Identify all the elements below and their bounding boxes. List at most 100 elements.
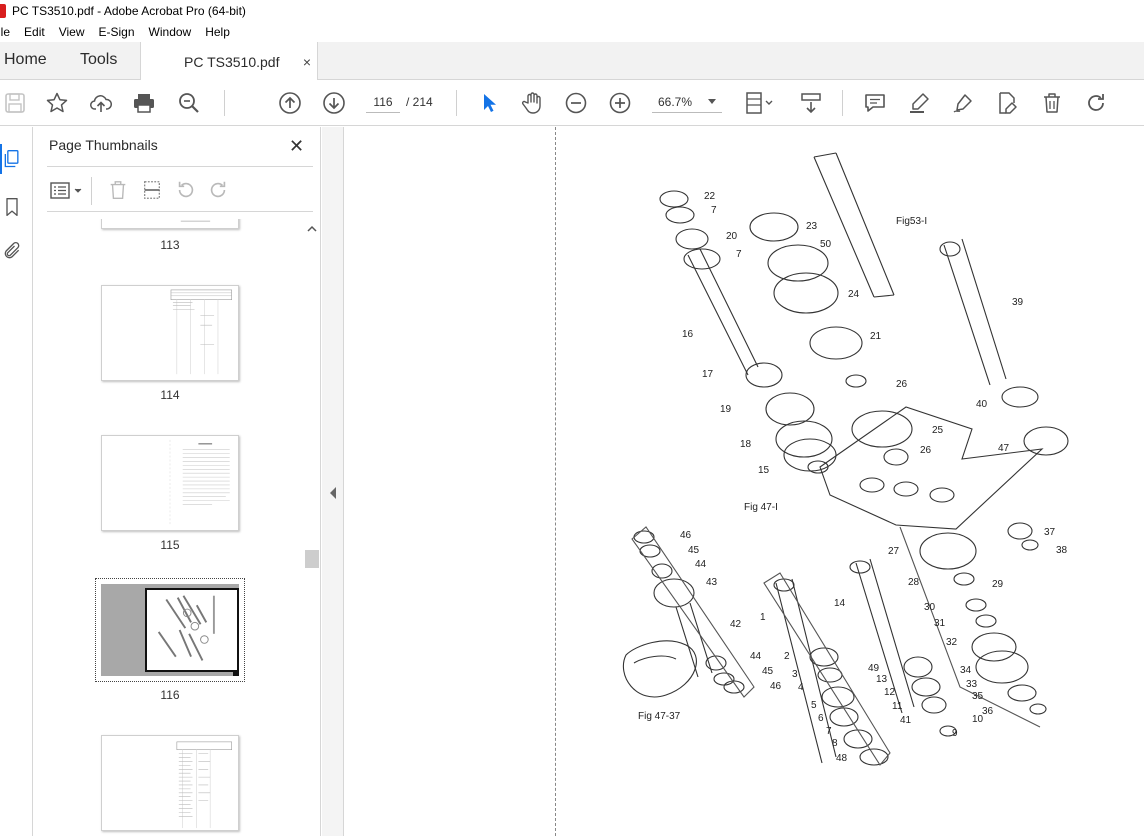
acrobat-app-icon bbox=[0, 4, 6, 18]
callout-label: 7 bbox=[711, 205, 717, 216]
callout-label: 31 bbox=[934, 618, 946, 629]
menu-help[interactable]: Help bbox=[205, 25, 230, 39]
title-bar: PC TS3510.pdf - Adobe Acrobat Pro (64-bi… bbox=[0, 0, 1144, 22]
callout-label: 50 bbox=[820, 239, 832, 250]
select-arrow-icon[interactable] bbox=[476, 90, 502, 116]
callout-label: 1 bbox=[760, 612, 766, 623]
main-toolbar: 116 / 214 66.7% bbox=[0, 80, 1144, 126]
menu-window[interactable]: Window bbox=[149, 25, 192, 39]
left-rail bbox=[0, 127, 33, 836]
page-thumbnail[interactable] bbox=[101, 285, 239, 381]
thumbnail-scrollbar[interactable] bbox=[305, 222, 319, 836]
thumbnails-panel: Page Thumbnails ✕ 113 114 115 116 bbox=[33, 127, 321, 836]
callout-label: 15 bbox=[758, 465, 770, 476]
close-icon[interactable]: ✕ bbox=[289, 137, 304, 155]
edit-pdf-icon[interactable] bbox=[994, 90, 1020, 116]
menu-edit[interactable]: Edit bbox=[24, 25, 45, 39]
options-menu-icon[interactable] bbox=[49, 179, 85, 203]
zoom-out-icon[interactable] bbox=[563, 90, 589, 116]
page-up-icon[interactable] bbox=[277, 90, 303, 116]
zoom-in-icon[interactable] bbox=[607, 90, 633, 116]
callout-label: 13 bbox=[876, 674, 888, 685]
callout-label: 3 bbox=[792, 669, 798, 680]
page-thumbnail[interactable] bbox=[101, 219, 239, 229]
bookmark-icon[interactable] bbox=[1, 195, 23, 219]
callout-label: 40 bbox=[976, 399, 988, 410]
callout-label: 26 bbox=[920, 445, 932, 456]
delete-icon[interactable] bbox=[1039, 90, 1065, 116]
page-layout-icon[interactable] bbox=[742, 90, 778, 116]
divider bbox=[91, 177, 92, 205]
page-number-input[interactable]: 116 bbox=[366, 91, 400, 113]
toolbar-separator bbox=[456, 90, 457, 116]
delete-page-icon[interactable] bbox=[107, 179, 131, 203]
comment-icon[interactable] bbox=[862, 90, 888, 116]
callout-label: 6 bbox=[818, 713, 824, 724]
page-thumbnails-icon[interactable] bbox=[1, 147, 23, 171]
thumbnail-page-number: 113 bbox=[160, 238, 180, 252]
toolbar-separator bbox=[842, 90, 843, 116]
callout-label: 48 bbox=[836, 753, 848, 764]
callout-label: 14 bbox=[834, 598, 846, 609]
callout-label: 23 bbox=[806, 221, 818, 232]
document-view[interactable]: 22 7 20 7 23 50 24 21 26 25 26 16 17 19 … bbox=[344, 127, 1144, 836]
callout-label: 45 bbox=[688, 545, 700, 556]
menu-esign[interactable]: E-Sign bbox=[99, 25, 135, 39]
tab-tools[interactable]: Tools bbox=[74, 41, 144, 79]
callout-label: 44 bbox=[695, 559, 707, 570]
callout-label: 19 bbox=[720, 404, 732, 415]
print-icon[interactable] bbox=[131, 90, 157, 116]
star-icon[interactable] bbox=[44, 90, 70, 116]
tab-home[interactable]: Home bbox=[0, 41, 74, 79]
page-thumbnail-selected bbox=[101, 584, 239, 676]
callout-label: 16 bbox=[682, 329, 694, 340]
collapse-arrow-icon[interactable] bbox=[322, 483, 344, 503]
scroll-mode-icon[interactable] bbox=[798, 90, 824, 116]
page-total: / 214 bbox=[406, 95, 433, 109]
hand-icon[interactable] bbox=[519, 90, 545, 116]
rotate-icon[interactable] bbox=[1083, 90, 1109, 116]
cloud-upload-icon[interactable] bbox=[88, 90, 114, 116]
callout-label: 30 bbox=[924, 602, 936, 613]
menu-view[interactable]: View bbox=[59, 25, 85, 39]
panel-splitter[interactable] bbox=[322, 127, 344, 836]
extract-page-icon[interactable] bbox=[141, 179, 165, 203]
callout-label: 26 bbox=[896, 379, 908, 390]
thumbnail-page-number: 114 bbox=[160, 388, 180, 402]
page-thumbnail[interactable] bbox=[101, 435, 239, 531]
callout-label: 36 bbox=[982, 706, 994, 717]
scrollbar-thumb[interactable] bbox=[305, 550, 319, 568]
chevron-down-icon bbox=[708, 99, 716, 104]
callout-label: 7 bbox=[736, 249, 742, 260]
rotate-right-icon[interactable] bbox=[207, 179, 231, 203]
exploded-gear-diagram: 22 7 20 7 23 50 24 21 26 25 26 16 17 19 … bbox=[622, 152, 1069, 766]
callout-label: 45 bbox=[762, 666, 774, 677]
divider bbox=[47, 166, 313, 167]
highlight-icon[interactable] bbox=[906, 90, 932, 116]
window-title: PC TS3510.pdf - Adobe Acrobat Pro (64-bi… bbox=[12, 4, 246, 18]
attachment-icon[interactable] bbox=[1, 239, 23, 263]
thumbnail-list: 113 114 115 116 bbox=[47, 219, 303, 836]
menu-file[interactable]: ile bbox=[0, 25, 10, 39]
tab-close-icon[interactable]: × bbox=[303, 54, 311, 70]
rotate-left-icon[interactable] bbox=[175, 179, 199, 203]
zoom-level-dropdown[interactable]: 66.7% bbox=[652, 91, 722, 113]
callout-label: 9 bbox=[952, 728, 958, 739]
callout-label: 21 bbox=[870, 331, 882, 342]
tab-document[interactable]: PC TS3510.pdf × bbox=[140, 42, 318, 81]
callout-label: 44 bbox=[750, 651, 762, 662]
thumbnail-toolbar bbox=[47, 177, 313, 205]
chevron-up-icon[interactable] bbox=[305, 222, 319, 236]
callout-label: 46 bbox=[680, 530, 692, 541]
zoom-search-icon[interactable] bbox=[176, 90, 202, 116]
page-down-icon[interactable] bbox=[321, 90, 347, 116]
divider bbox=[47, 211, 313, 212]
callout-label: 22 bbox=[704, 191, 716, 202]
callout-label: 49 bbox=[868, 663, 880, 674]
sign-icon[interactable] bbox=[950, 90, 976, 116]
page-thumbnail[interactable] bbox=[101, 735, 239, 831]
selected-thumbnail-frame[interactable] bbox=[95, 578, 245, 682]
save-icon[interactable] bbox=[2, 90, 28, 116]
callout-label: 34 bbox=[960, 665, 972, 676]
resize-handle[interactable] bbox=[233, 670, 239, 676]
